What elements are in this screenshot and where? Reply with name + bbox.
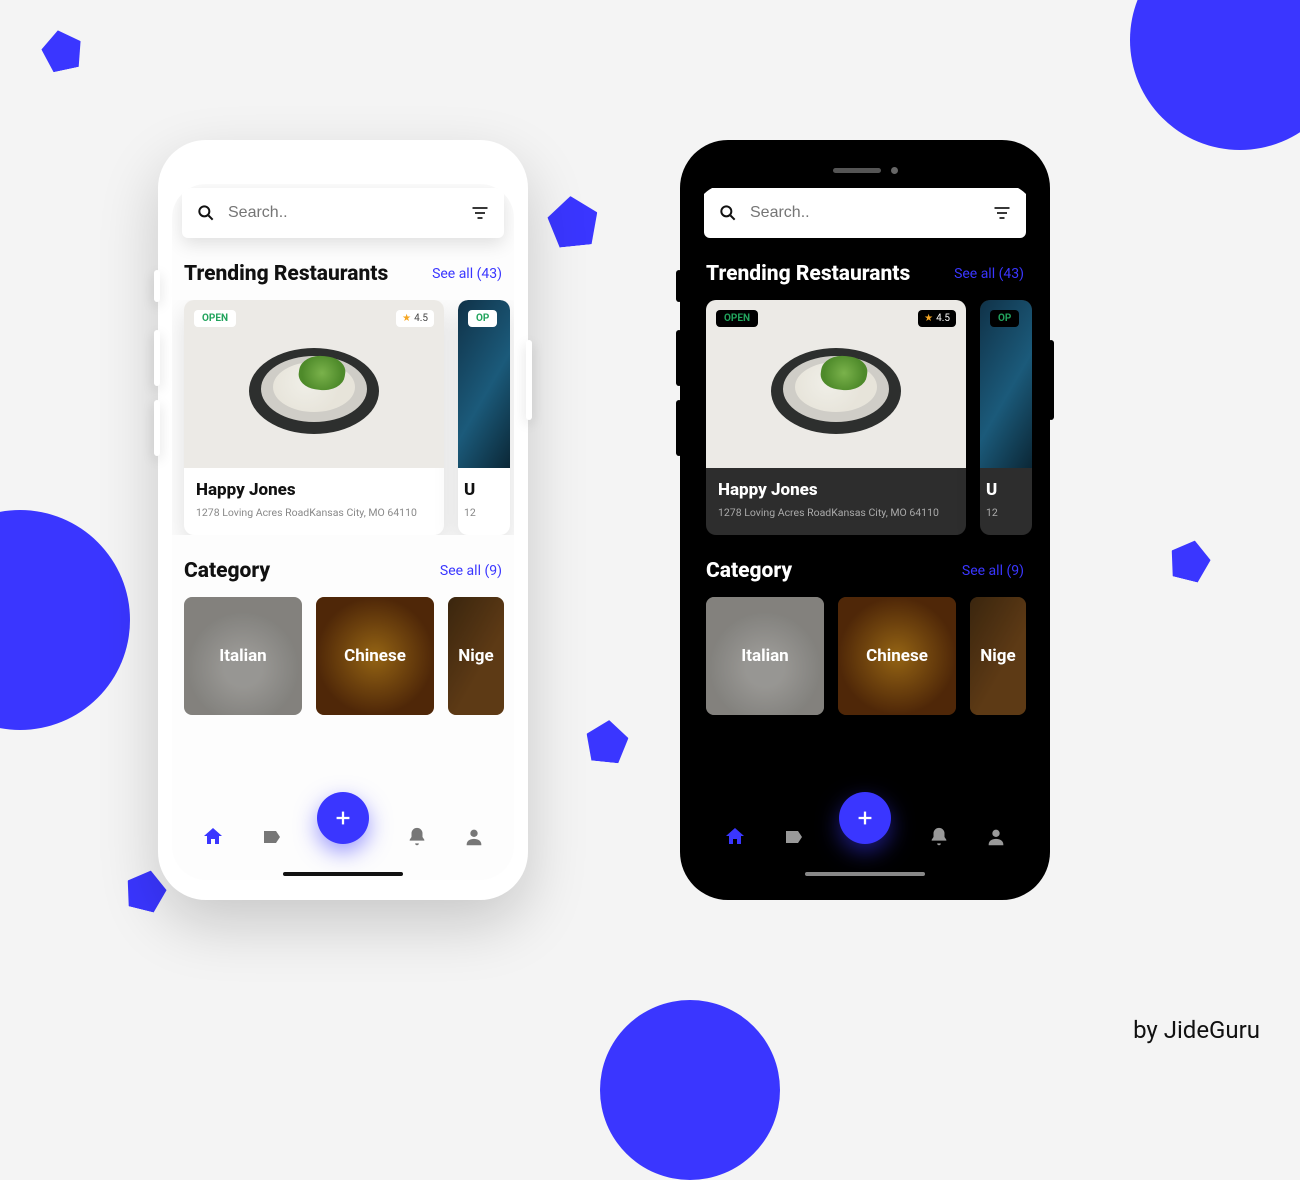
phone-dark: Trending Restaurants See all (43) OPEN ★…	[680, 140, 1050, 900]
category-label: Italian	[741, 646, 788, 666]
home-icon[interactable]	[723, 825, 747, 849]
hw-button	[154, 330, 160, 386]
rating-value: 4.5	[936, 313, 950, 324]
restaurant-card[interactable]: OPEN ★ 4.5 Happy Jones 1278 Loving Acres…	[184, 300, 444, 535]
bell-icon[interactable]	[406, 826, 428, 848]
category-card[interactable]: Nige	[448, 597, 504, 715]
category-label: Chinese	[344, 646, 406, 666]
star-icon: ★	[924, 313, 933, 324]
decor-polygon	[584, 718, 630, 764]
hw-button	[676, 270, 682, 302]
hw-button	[154, 400, 160, 456]
hw-button	[154, 270, 160, 302]
search-input[interactable]	[750, 204, 980, 222]
status-badge: OP	[990, 310, 1019, 327]
bell-icon[interactable]	[928, 826, 950, 848]
hw-button	[526, 340, 532, 420]
decor-circle	[1130, 0, 1300, 150]
category-card[interactable]: Chinese	[838, 597, 956, 715]
restaurant-address: 1278 Loving Acres RoadKansas City, MO 64…	[718, 506, 954, 519]
restaurant-name: Happy Jones	[196, 480, 432, 500]
search-icon	[718, 203, 738, 223]
search-bar[interactable]	[182, 188, 504, 238]
category-label: Italian	[219, 646, 266, 666]
restaurant-card[interactable]: OPEN ★ 4.5 Happy Jones 1278 Loving Acres…	[706, 300, 966, 535]
search-input[interactable]	[228, 204, 458, 222]
search-bar[interactable]	[704, 188, 1026, 238]
status-badge: OP	[468, 310, 497, 327]
category-card[interactable]: Italian	[184, 597, 302, 715]
notch	[694, 156, 1036, 184]
home-indicator	[283, 872, 403, 876]
filter-icon[interactable]	[470, 203, 490, 223]
restaurant-address: 12	[986, 506, 1026, 519]
home-icon[interactable]	[201, 825, 225, 849]
see-all-category[interactable]: See all (9)	[962, 563, 1024, 579]
restaurant-address: 1278 Loving Acres RoadKansas City, MO 64…	[196, 506, 432, 519]
restaurant-image: OP	[458, 300, 510, 468]
see-all-trending[interactable]: See all (43)	[954, 266, 1024, 282]
filter-icon[interactable]	[992, 203, 1012, 223]
category-card[interactable]: Nige	[970, 597, 1026, 715]
decor-circle	[600, 1000, 780, 1180]
category-card[interactable]: Chinese	[316, 597, 434, 715]
section-title-trending: Trending Restaurants	[706, 262, 910, 286]
see-all-trending[interactable]: See all (43)	[432, 266, 502, 282]
status-badge: OPEN	[194, 310, 236, 327]
restaurant-name: U	[986, 480, 1026, 500]
section-title-trending: Trending Restaurants	[184, 262, 388, 286]
decor-polygon	[38, 26, 85, 73]
home-indicator	[805, 872, 925, 876]
see-all-category[interactable]: See all (9)	[440, 563, 502, 579]
byline: by JideGuru	[1133, 1016, 1260, 1044]
restaurant-card[interactable]: OP U 12	[458, 300, 510, 535]
tag-icon[interactable]	[782, 825, 806, 849]
hw-button	[676, 400, 682, 456]
hw-button	[1048, 340, 1054, 420]
add-button[interactable]	[317, 792, 369, 844]
category-card[interactable]: Italian	[706, 597, 824, 715]
rating-badge: ★ 4.5	[396, 310, 434, 327]
decor-polygon	[1166, 536, 1214, 584]
restaurant-image: OPEN ★ 4.5	[706, 300, 966, 468]
add-button[interactable]	[839, 792, 891, 844]
restaurant-image: OPEN ★ 4.5	[184, 300, 444, 468]
decor-polygon	[546, 194, 601, 249]
status-badge: OPEN	[716, 310, 758, 327]
category-label: Nige	[458, 646, 493, 666]
section-title-category: Category	[706, 559, 792, 583]
tag-icon[interactable]	[260, 825, 284, 849]
decor-circle	[0, 510, 130, 730]
restaurant-name: Happy Jones	[718, 480, 954, 500]
category-label: Nige	[980, 646, 1015, 666]
rating-badge: ★ 4.5	[918, 310, 956, 327]
restaurant-address: 12	[464, 506, 504, 519]
restaurant-image: OP	[980, 300, 1032, 468]
category-label: Chinese	[866, 646, 928, 666]
hw-button	[676, 330, 682, 386]
rating-value: 4.5	[414, 313, 428, 324]
restaurant-card[interactable]: OP U 12	[980, 300, 1032, 535]
phone-light: Trending Restaurants See all (43) OPEN ★…	[158, 140, 528, 900]
section-title-category: Category	[184, 559, 270, 583]
star-icon: ★	[402, 313, 411, 324]
restaurant-name: U	[464, 480, 504, 500]
person-icon[interactable]	[985, 826, 1007, 848]
person-icon[interactable]	[463, 826, 485, 848]
search-icon	[196, 203, 216, 223]
